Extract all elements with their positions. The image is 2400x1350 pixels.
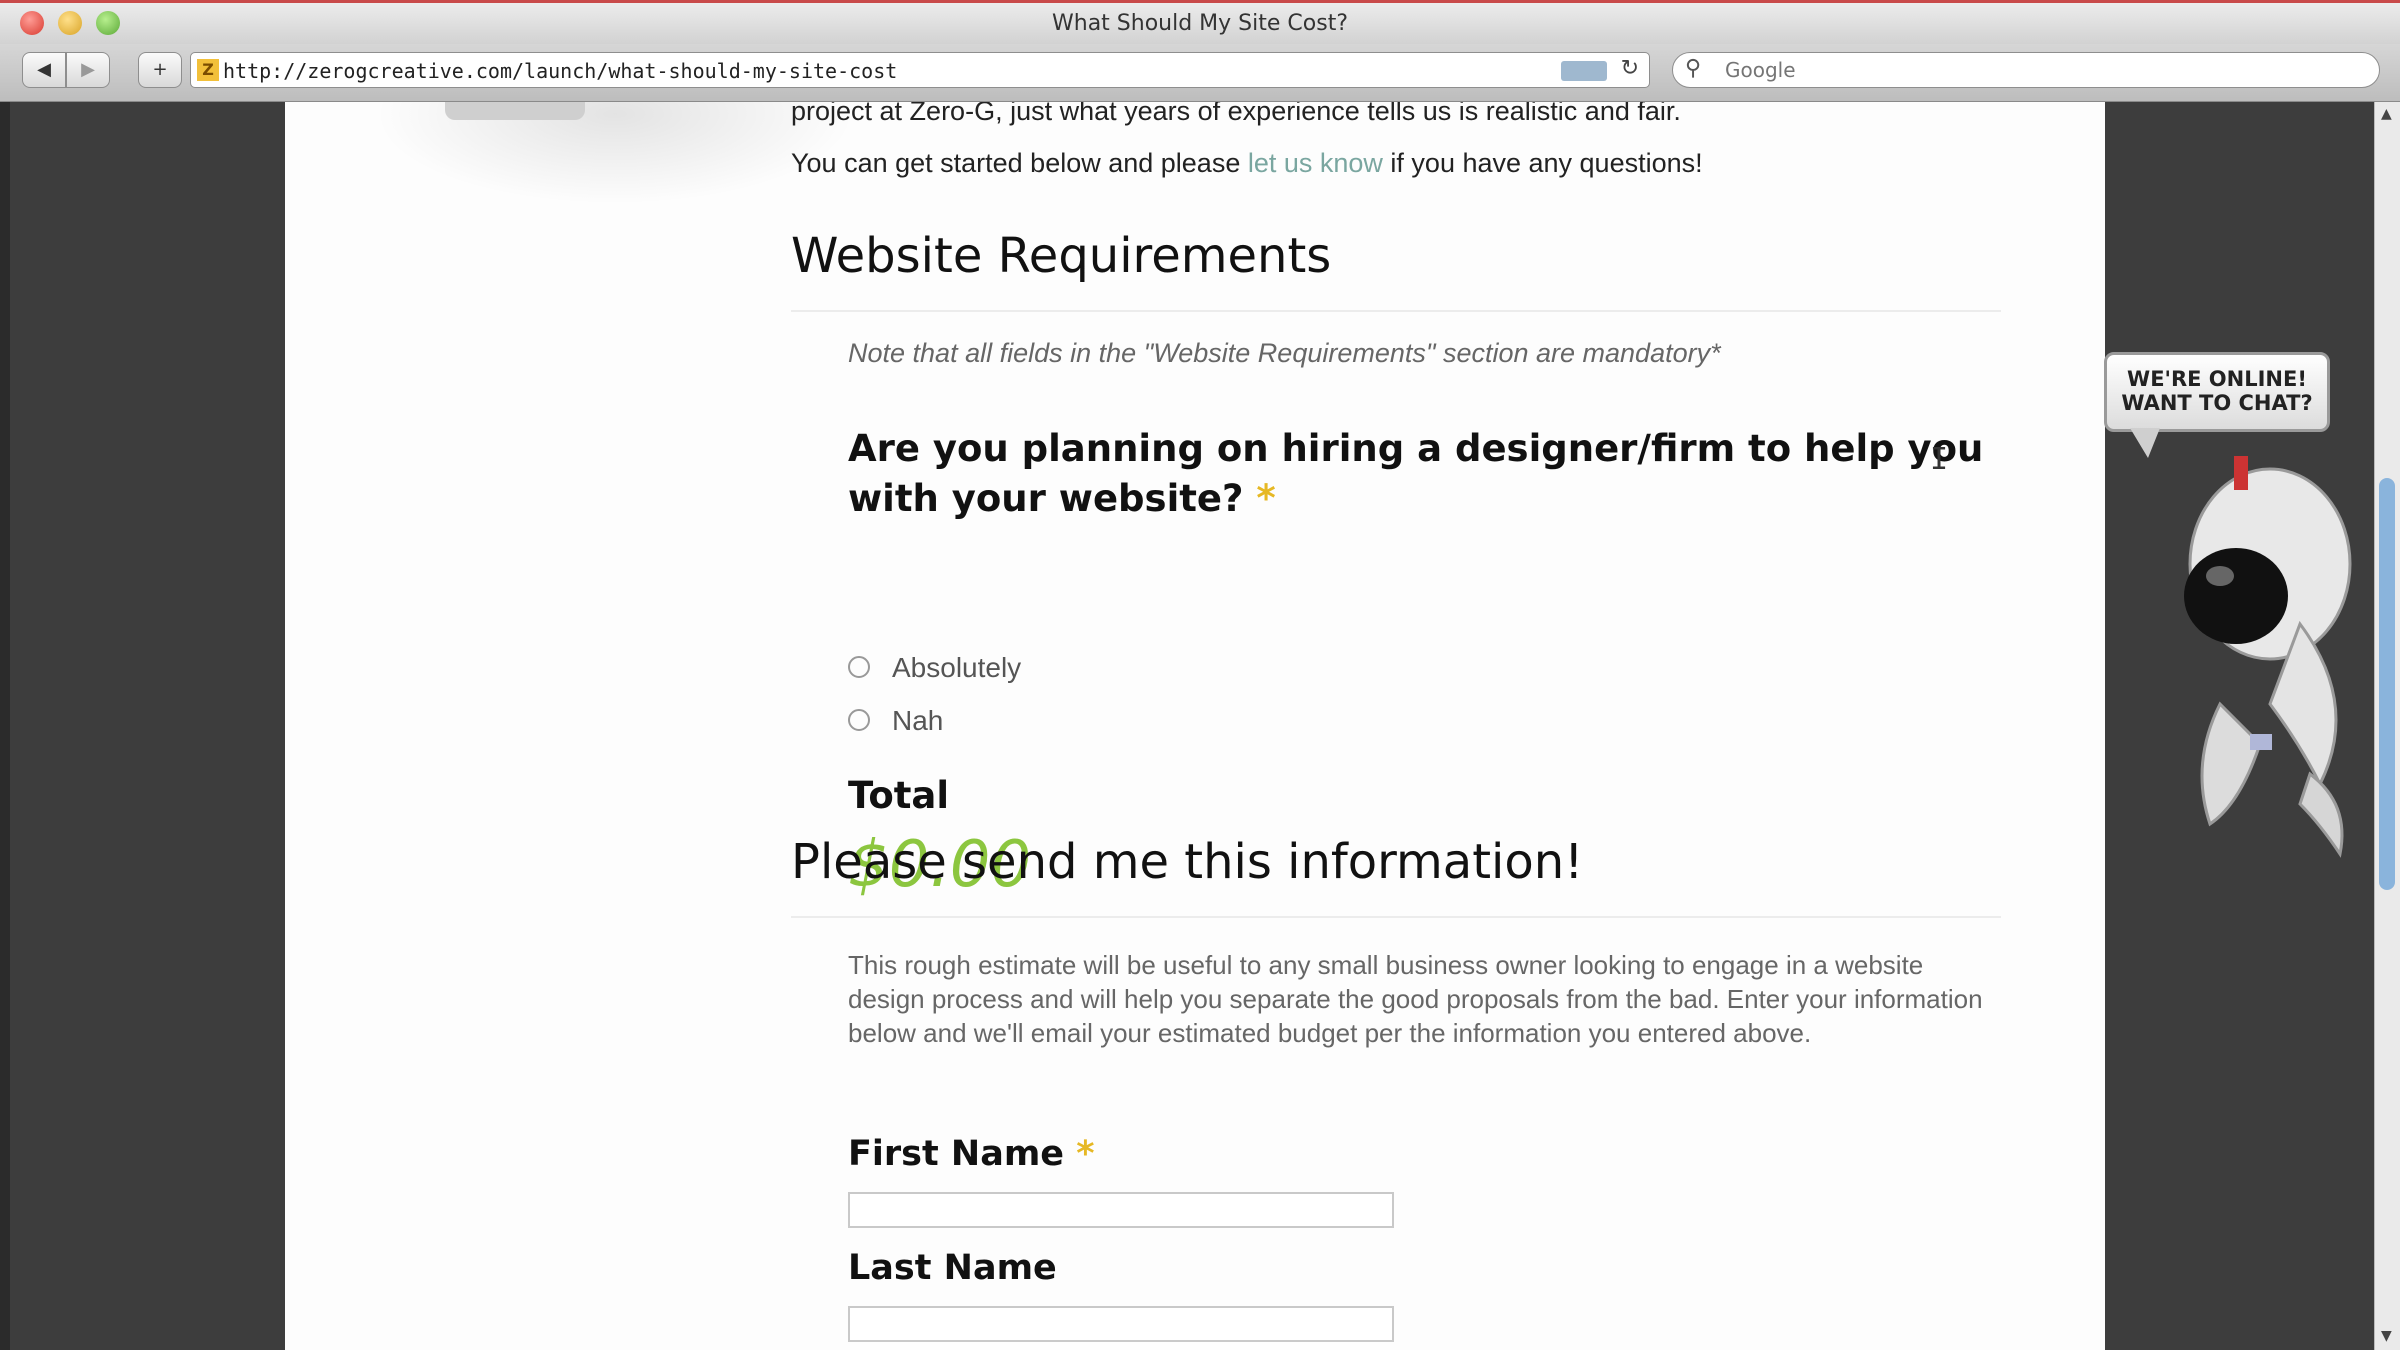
hiring-question-text: Are you planning on hiring a designer/fi… (848, 427, 1984, 520)
rss-icon[interactable] (1561, 61, 1607, 81)
required-star: * (1076, 1134, 1095, 1174)
site-favicon-icon: Z (197, 59, 219, 81)
hero-image (445, 102, 585, 120)
last-name-label: Last Name (848, 1248, 1057, 1288)
last-name-field[interactable] (848, 1306, 1394, 1342)
back-button[interactable]: ◀ (22, 52, 66, 88)
chat-online-bubble[interactable]: WE'RE ONLINE! WANT TO CHAT? (2104, 352, 2330, 432)
text-cursor-icon: I (1930, 442, 1949, 477)
reload-icon[interactable]: ↻ (1621, 56, 1639, 81)
scroll-down-arrow-icon[interactable]: ▼ (2381, 1328, 2392, 1344)
intro-text: project at Zero-G, just what years of ex… (791, 102, 1681, 126)
forward-arrow-icon: ▶ (81, 59, 95, 80)
website-requirements-heading: Website Requirements (791, 228, 1332, 284)
search-input[interactable] (1723, 57, 2327, 83)
section-divider (791, 310, 2001, 312)
intro-contact-text: You can get started below and please let… (791, 148, 1703, 179)
window-title: What Should My Site Cost? (1052, 11, 1348, 36)
url-text[interactable]: http://zerogcreative.com/launch/what-sho… (223, 59, 897, 83)
send-info-heading: Please send me this information! (791, 834, 1584, 890)
vertical-scrollbar[interactable]: ▲ ▼ (2374, 102, 2400, 1350)
intro-text-before: You can get started below and please (791, 148, 1248, 178)
required-star: * (1256, 477, 1276, 520)
radio-label: Absolutely (892, 652, 1022, 683)
mandatory-note: Note that all fields in the "Website Req… (848, 338, 1721, 368)
radio-option-absolutely[interactable]: Absolutely (848, 652, 1021, 684)
plus-icon: + (152, 59, 168, 80)
chat-bubble-line2: WANT TO CHAT? (2121, 391, 2313, 415)
chat-bubble-line1: WE'RE ONLINE! (2127, 367, 2307, 391)
let-us-know-link[interactable]: let us know (1248, 148, 1383, 178)
scroll-up-arrow-icon[interactable]: ▲ (2381, 106, 2392, 122)
radio-button[interactable] (848, 655, 870, 678)
first-name-field[interactable] (848, 1192, 1394, 1228)
radio-button[interactable] (848, 708, 870, 731)
send-info-description: This rough estimate will be useful to an… (848, 950, 1983, 1048)
astronaut-chat-mascot-icon[interactable] (2150, 444, 2370, 874)
total-label: Total (848, 774, 950, 817)
search-bar[interactable]: ⚲ (1672, 52, 2380, 88)
radio-option-nah[interactable]: Nah (848, 705, 943, 737)
page-viewport: project at Zero-G, just what years of ex… (0, 102, 2374, 1350)
hiring-question: Are you planning on hiring a designer/fi… (848, 424, 2038, 524)
first-name-label: First Name * (848, 1134, 1095, 1174)
page-content: project at Zero-G, just what years of ex… (285, 102, 2105, 1350)
first-name-label-text: First Name (848, 1134, 1065, 1174)
address-bar[interactable]: Z http://zerogcreative.com/launch/what-s… (190, 52, 1650, 88)
section-divider (791, 916, 2001, 918)
intro-text-after: if you have any questions! (1382, 148, 1703, 178)
radio-label: Nah (892, 705, 944, 736)
browser-toolbar: ◀ ▶ + Z http://zerogcreative.com/launch/… (0, 44, 2400, 102)
forward-button[interactable]: ▶ (66, 52, 110, 88)
search-icon[interactable]: ⚲ (1685, 56, 1701, 81)
page-left-edge (0, 102, 10, 1350)
add-bookmark-button[interactable]: + (138, 52, 182, 88)
window-titlebar: What Should My Site Cost? (0, 0, 2400, 44)
back-arrow-icon: ◀ (37, 59, 51, 80)
scrollbar-thumb[interactable] (2379, 478, 2395, 890)
